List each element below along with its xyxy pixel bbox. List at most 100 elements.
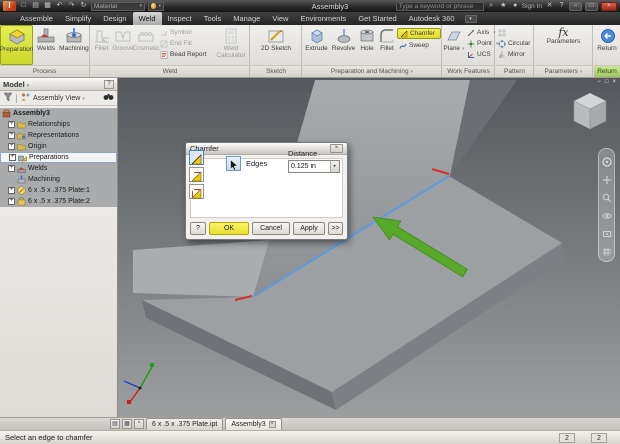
tab-view[interactable]: View [266,12,294,25]
expand-icon[interactable] [9,154,16,161]
ok-button[interactable]: OK [209,222,249,235]
new-file-icon[interactable]: □ [19,1,28,11]
save-icon[interactable]: ▦ [43,1,52,11]
minimize-button[interactable] [569,2,582,11]
tab-weld[interactable]: Weld [133,12,162,25]
tab-inspect[interactable]: Inspect [162,12,198,25]
graphics-window[interactable]: Chamfer Edges [118,78,620,417]
favorites-star-icon[interactable]: ★ [499,1,508,11]
preparation-button[interactable]: Preparation [0,25,33,65]
2d-sketch-button[interactable]: 2D Sketch [256,25,296,65]
welds-button[interactable]: Welds [33,25,59,65]
plane-button[interactable]: Plane [443,25,465,65]
orbit-icon[interactable] [602,208,612,218]
doc-minimize-icon[interactable] [597,79,601,85]
return-button[interactable]: Return [594,25,620,65]
expand-icon[interactable] [8,132,15,139]
doc-close-icon[interactable] [612,79,616,85]
undo-icon[interactable]: ↶ [55,1,64,11]
chamfer-two-distances-type-button[interactable] [189,184,204,199]
material-dropdown[interactable]: Material [91,2,145,11]
circular-pattern-button[interactable]: Circular [496,39,532,48]
doc-restore-icon[interactable] [605,79,609,85]
navigation-bar[interactable] [598,148,615,262]
expand-tabs-icon[interactable] [134,419,144,429]
distance-input[interactable] [289,161,330,172]
tree-item-relationships[interactable]: Relationships [0,119,117,130]
tree-item-plate-2[interactable]: 6 x .5 x .375 Plate:2 [0,196,117,207]
tile-windows-icon[interactable] [122,419,132,429]
tree-item-plate-1[interactable]: 6 x .5 x .375 Plate:1 [0,185,117,196]
expand-icon[interactable] [8,198,15,205]
navigation-wheel-icon[interactable] [602,154,612,164]
parameters-button[interactable]: fx Parameters [537,25,591,65]
chamfer-distance-type-button[interactable] [189,150,204,165]
tree-item-welds[interactable]: Welds [0,163,117,174]
navbar-menu-icon[interactable] [602,244,612,254]
doc-tab-plate[interactable]: 6 x .5 x .375 Plate.ipt [146,418,223,430]
search-binoculars-icon[interactable] [103,93,114,103]
chamfer-dialog[interactable]: Chamfer Edges [185,142,348,240]
pan-icon[interactable] [602,172,612,182]
sign-in-button[interactable]: ● Sign In [511,1,542,11]
tab-autodesk-360[interactable]: Autodesk 360 [403,12,461,25]
expand-icon[interactable] [8,121,15,128]
axis-button[interactable]: Axis [465,28,494,37]
assembly-view-dropdown[interactable]: Assembly View [33,95,85,102]
more-options-button[interactable]: >> [328,222,343,235]
browser-help-icon[interactable] [104,80,114,89]
chamfer-distance-angle-type-button[interactable] [189,167,204,182]
tab-environments[interactable]: Environments [294,12,352,25]
hole-button[interactable]: Hole [357,25,377,65]
maximize-button[interactable] [585,2,598,11]
tab-tools[interactable]: Tools [198,12,228,25]
panel-label-preparation-machining[interactable]: Preparation and Machining [303,65,441,77]
cancel-button[interactable]: Cancel [252,222,290,235]
tab-get-started[interactable]: Get Started [352,12,402,25]
clean-screen-icon[interactable] [110,419,120,429]
bead-report-button[interactable]: Bead Report [158,50,214,59]
edges-select-button[interactable] [226,156,241,171]
tree-item-machining[interactable]: Machining [0,174,117,185]
distance-flyout-icon[interactable] [330,161,339,172]
exchange-apps-icon[interactable]: ✕ [545,1,554,11]
browser-title[interactable]: Model [3,80,29,89]
mirror-button[interactable]: Mirror [496,50,532,59]
zoom-icon[interactable] [602,190,612,200]
panel-label-parameters[interactable]: Parameters [535,65,592,77]
expand-icon[interactable] [8,143,15,150]
filter-icon[interactable] [3,92,13,104]
apply-button[interactable]: Apply [293,222,325,235]
tree-item-origin[interactable]: Origin [0,141,117,152]
redo-icon[interactable]: ↷ [67,1,76,11]
tree-item-preparations[interactable]: Preparations [0,152,117,163]
open-icon[interactable]: ▤ [31,1,40,11]
tab-close-icon[interactable] [269,421,276,428]
revolve-button[interactable]: Revolve [330,25,357,65]
view-cube[interactable] [570,91,610,133]
expand-icon[interactable] [8,187,15,194]
appearance-dropdown[interactable] [148,2,164,11]
search-icon[interactable]: ⌕ [487,1,496,11]
tab-design[interactable]: Design [97,12,132,25]
tab-assemble[interactable]: Assemble [14,12,59,25]
dialog-help-button[interactable] [190,222,206,235]
machining-button[interactable]: Machining [59,25,89,65]
tree-item-representations[interactable]: Representations [0,130,117,141]
help-icon[interactable] [557,1,566,11]
tab-simplify[interactable]: Simplify [59,12,97,25]
chamfer-button[interactable]: Chamfer [397,28,441,39]
expand-icon[interactable] [8,165,15,172]
sweep-button[interactable]: Sweep [397,41,441,50]
tab-manage[interactable]: Manage [227,12,266,25]
base-plate-top-left[interactable] [133,240,270,297]
extrude-button[interactable]: Extrude [303,25,330,65]
doc-tab-assembly3[interactable]: Assembly3 [225,418,281,430]
look-at-icon[interactable] [602,226,612,236]
ucs-button[interactable]: UCS [465,50,494,59]
close-button[interactable] [601,2,617,11]
fillet-button[interactable]: Fillet [377,25,397,65]
help-search-input[interactable] [396,2,484,11]
inventor-logo-icon[interactable]: I [3,1,16,11]
point-button[interactable]: Point [465,39,494,48]
